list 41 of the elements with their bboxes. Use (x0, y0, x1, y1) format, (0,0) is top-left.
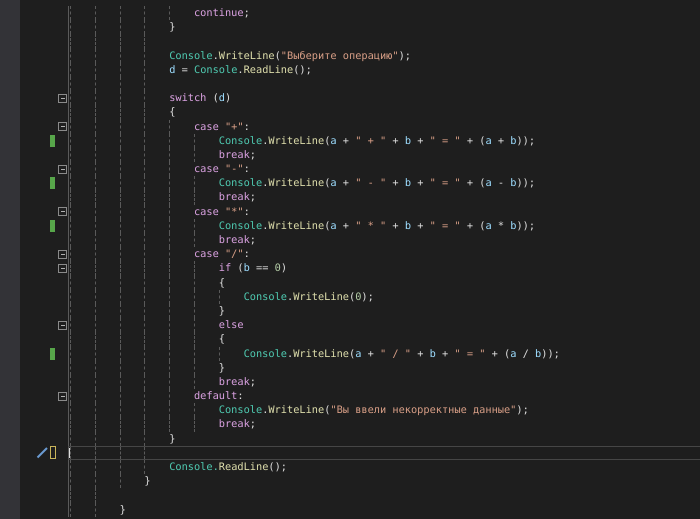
code-line: Console.ReadLine(); (68, 460, 700, 474)
code-line: } (68, 474, 700, 488)
code-line: continue; (68, 6, 700, 20)
code-line: break; (68, 417, 700, 432)
code-line: Console.WriteLine(a + " + " + b + " = " + (a + b)); (68, 134, 700, 148)
code-line: { (68, 276, 700, 290)
code-line: break; (68, 374, 700, 390)
code-line: { (68, 105, 700, 120)
code-line: case "*": (68, 204, 700, 219)
code-line: { (68, 332, 700, 347)
code-line: d = Console.ReadLine(); (68, 62, 700, 77)
screwdriver-icon[interactable] (36, 446, 48, 459)
code-line: break; (68, 233, 700, 248)
code-line: case "+": (68, 120, 700, 134)
code-line: Console.WriteLine(a + " * " + b + " = " + (a * b)); (68, 218, 700, 234)
code-line: } (68, 432, 700, 446)
collapse-toggle[interactable] (58, 94, 67, 103)
collapse-toggle[interactable] (58, 250, 67, 259)
code-line: case "-": (68, 162, 700, 176)
collapse-toggle[interactable] (58, 320, 67, 330)
code-line: else (68, 318, 700, 332)
collapse-toggle[interactable] (58, 264, 67, 273)
collapse-toggle[interactable] (58, 392, 67, 401)
code-line: Console.WriteLine(a + " - " + b + " = " + (a - b)); (68, 176, 700, 190)
code-line: } (68, 502, 700, 517)
code-line: Console.WriteLine("Выберите операцию"); (68, 48, 700, 63)
collapse-toggle[interactable] (58, 122, 67, 131)
code-line: case "/": (68, 247, 700, 262)
code-line: Console.WriteLine("Вы ввели некорректные данные"); (68, 403, 700, 418)
code-line: } (68, 20, 700, 34)
code-line: if (b == 0) (68, 261, 700, 276)
collapse-toggle[interactable] (58, 164, 67, 174)
code-line: break; (68, 148, 700, 162)
code-line: break; (68, 190, 700, 205)
code-line: Console.WriteLine(a + " / " + b + " = " + (a / b)); (68, 346, 700, 361)
code-line: } (68, 304, 700, 318)
code-line: default: (68, 389, 700, 404)
code-line: switch (d) (68, 91, 700, 106)
code-line: } (68, 360, 700, 375)
code-line: Console.WriteLine(0); (68, 290, 700, 304)
collapse-toggle[interactable] (58, 207, 67, 216)
